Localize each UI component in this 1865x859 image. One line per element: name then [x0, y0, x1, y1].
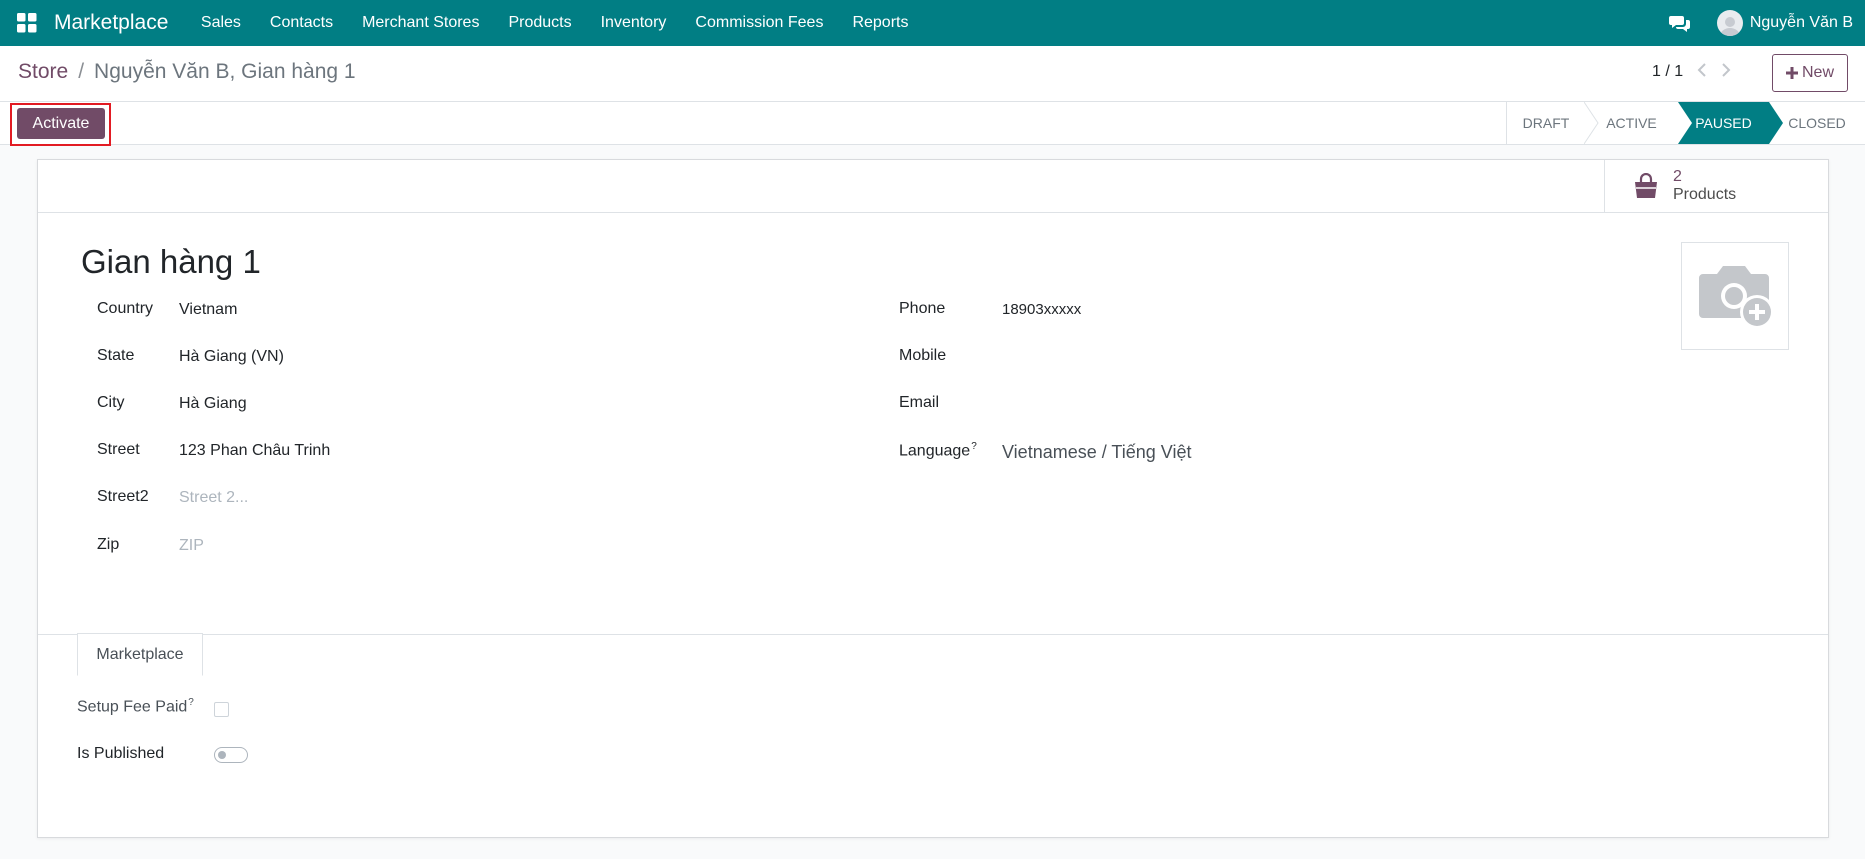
stage-closed[interactable]: CLOSED: [1769, 102, 1865, 144]
apps-menu-icon[interactable]: [0, 0, 54, 46]
country-field[interactable]: Vietnam: [179, 301, 237, 319]
notebook-tab-strip: [38, 634, 1828, 635]
main-menu: Sales Contacts Merchant Stores Products …: [186, 0, 923, 46]
form-sheet: 2 Products Gian hàng 1 Country Vietnam S…: [37, 159, 1829, 838]
zip-field[interactable]: ZIP: [179, 537, 204, 555]
stage-separator-icon: [1678, 102, 1692, 144]
new-button[interactable]: New: [1772, 54, 1848, 92]
plus-icon: [1785, 67, 1798, 79]
camera-plus-icon: [1699, 266, 1774, 329]
phone-label: Phone: [899, 300, 946, 317]
email-label: Email: [899, 394, 940, 411]
menu-item-contacts[interactable]: Contacts: [255, 0, 347, 46]
stage-draft-label: DRAFT: [1522, 115, 1570, 131]
state-field[interactable]: Hà Giang (VN): [179, 348, 284, 366]
breadcrumb: Store / Nguyễn Văn B, Gian hàng 1: [18, 60, 356, 84]
street2-field[interactable]: Street 2...: [179, 489, 248, 507]
tab-marketplace[interactable]: Marketplace: [77, 633, 203, 676]
stage-active-label: ACTIVE: [1606, 115, 1657, 131]
record-title[interactable]: Gian hàng 1: [81, 243, 261, 281]
stage-active[interactable]: ACTIVE: [1584, 102, 1678, 144]
street2-label: Street2: [97, 488, 149, 505]
is-published-label: Is Published: [77, 745, 165, 762]
language-label-text: Language: [899, 442, 971, 460]
mobile-field[interactable]: [1002, 348, 1302, 368]
breadcrumb-separator: /: [78, 60, 85, 83]
stage-arrow-icon: [1769, 102, 1783, 144]
language-label: Language?: [899, 441, 977, 460]
city-label: City: [97, 394, 125, 411]
products-label: Products: [1673, 186, 1737, 203]
chat-icon[interactable]: [1668, 14, 1691, 32]
street-field[interactable]: 123 Phan Châu Trinh: [179, 442, 330, 460]
user-name[interactable]: Nguyễn Văn B: [1750, 14, 1853, 32]
store-image-upload[interactable]: [1681, 242, 1789, 350]
pager-next-icon[interactable]: [1721, 62, 1731, 82]
new-button-label: New: [1801, 64, 1834, 81]
setup-fee-label: Setup Fee Paid?: [77, 697, 194, 716]
pager-previous-icon[interactable]: [1697, 62, 1707, 82]
menu-item-merchant-stores[interactable]: Merchant Stores: [348, 0, 494, 46]
country-label: Country: [97, 300, 154, 317]
setup-fee-checkbox[interactable]: [214, 702, 229, 717]
toggle-knob: [218, 751, 226, 759]
smart-button-box: 2 Products: [38, 160, 1828, 213]
email-field[interactable]: [1002, 395, 1302, 415]
language-help-icon[interactable]: ?: [971, 441, 977, 452]
stage-closed-label: CLOSED: [1788, 115, 1846, 131]
status-bar: DRAFT ACTIVE PAUSED CLOSED: [1506, 102, 1865, 144]
menu-item-inventory[interactable]: Inventory: [586, 0, 681, 46]
street-label: Street: [97, 441, 140, 458]
activate-button[interactable]: Activate: [17, 108, 105, 139]
app-brand[interactable]: Marketplace: [54, 11, 168, 35]
user-avatar[interactable]: [1716, 10, 1743, 36]
zip-label: Zip: [97, 536, 120, 553]
products-smart-button[interactable]: 2 Products: [1604, 160, 1828, 212]
menu-item-reports[interactable]: Reports: [838, 0, 923, 46]
breadcrumb-store-link[interactable]: Store: [18, 60, 68, 84]
menu-item-sales[interactable]: Sales: [186, 0, 255, 46]
setup-fee-label-text: Setup Fee Paid: [77, 698, 188, 716]
language-field[interactable]: Vietnamese / Tiếng Việt: [1002, 442, 1191, 463]
breadcrumb-current: Nguyễn Văn B, Gian hàng 1: [94, 60, 356, 83]
phone-field[interactable]: 18903xxxxx: [1002, 301, 1081, 318]
products-count: 2: [1673, 167, 1682, 185]
menu-item-products[interactable]: Products: [494, 0, 586, 46]
pager-value[interactable]: 1 / 1: [1652, 63, 1683, 81]
shopping-bag-icon: [1633, 173, 1659, 199]
record-pager: 1 / 1: [1652, 62, 1731, 82]
stage-paused[interactable]: PAUSED: [1678, 102, 1769, 144]
menu-item-commission-fees[interactable]: Commission Fees: [681, 0, 838, 46]
stage-draft[interactable]: DRAFT: [1506, 102, 1585, 144]
setup-fee-help-icon[interactable]: ?: [188, 697, 194, 708]
state-label: State: [97, 347, 135, 364]
is-published-toggle[interactable]: [214, 747, 248, 763]
navbar-right: Nguyễn Văn B: [1668, 0, 1865, 46]
city-field[interactable]: Hà Giang: [179, 395, 247, 413]
top-navbar: Marketplace Sales Contacts Merchant Stor…: [0, 0, 1865, 46]
mobile-label: Mobile: [899, 347, 947, 364]
stage-separator-icon: [1584, 102, 1599, 144]
stage-paused-label: PAUSED: [1695, 115, 1752, 131]
